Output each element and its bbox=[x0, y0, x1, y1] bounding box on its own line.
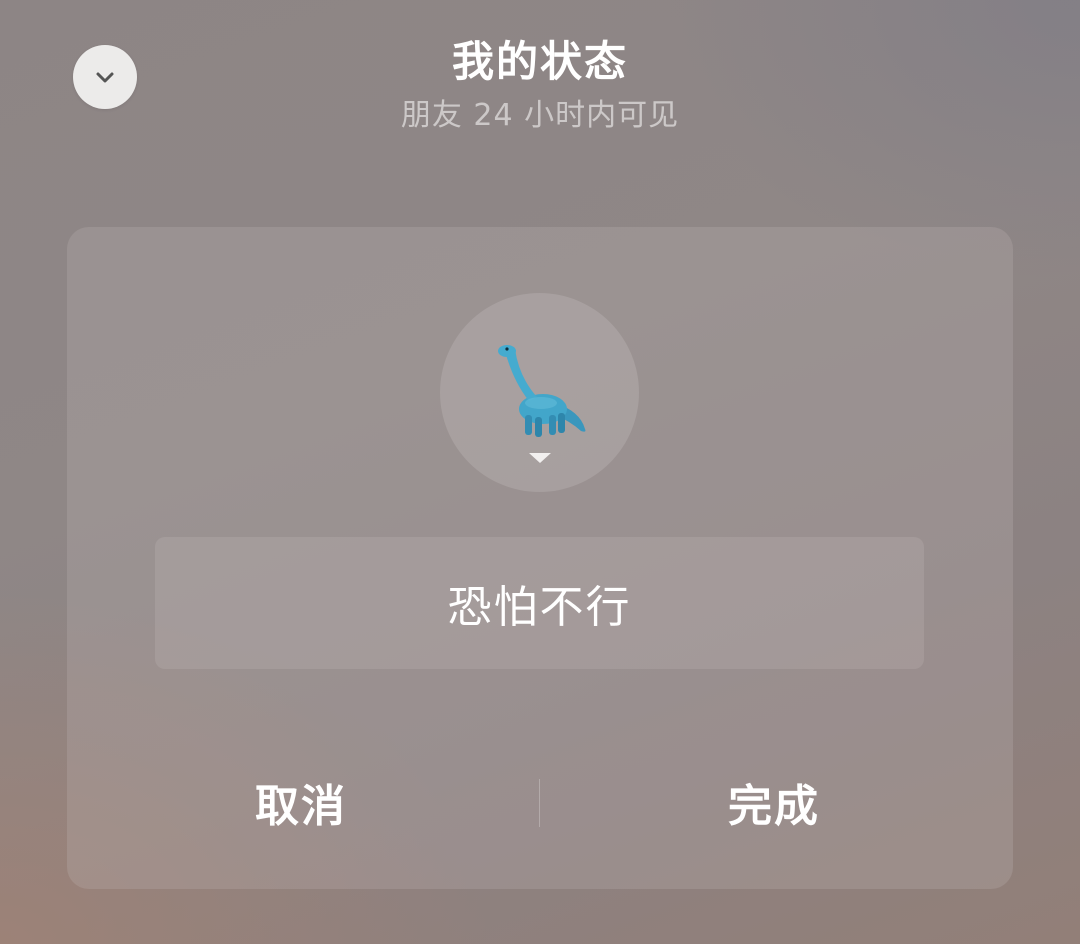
divider bbox=[539, 779, 540, 827]
page-title: 我的状态 bbox=[451, 37, 628, 86]
caret-down-icon bbox=[529, 453, 551, 463]
action-row: 取消 完成 bbox=[67, 757, 1013, 847]
visibility-note: 朋友 24 小时内可见 bbox=[400, 98, 680, 133]
cancel-button[interactable]: 取消 bbox=[151, 757, 451, 847]
status-emoji-picker[interactable] bbox=[440, 293, 639, 492]
sauropod-dinosaur-icon bbox=[498, 345, 586, 437]
done-button[interactable]: 完成 bbox=[624, 757, 924, 847]
status-text-field[interactable]: 恐怕不行 bbox=[155, 537, 924, 669]
status-card: 恐怕不行 取消 完成 bbox=[67, 227, 1013, 889]
